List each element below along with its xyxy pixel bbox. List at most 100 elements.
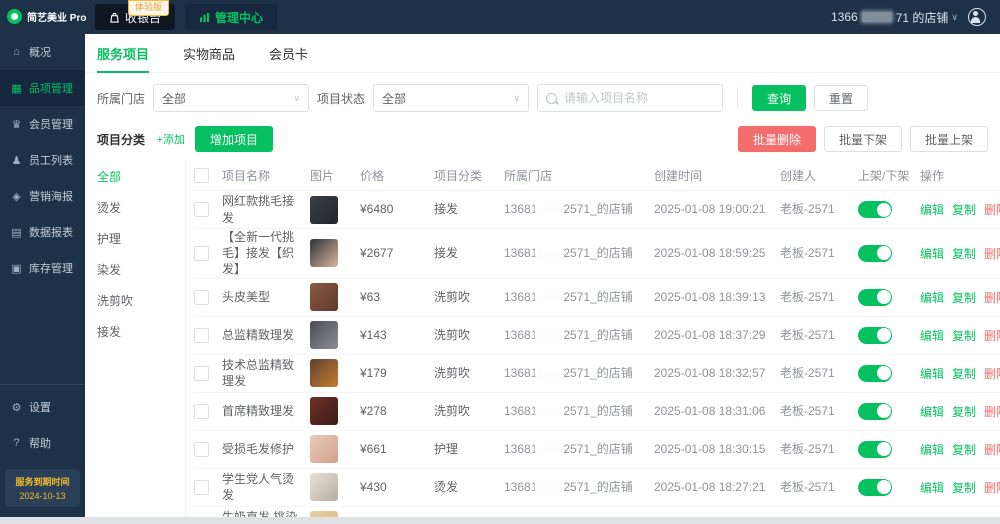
category-item[interactable]: 全部 bbox=[97, 168, 185, 185]
onoff-toggle[interactable] bbox=[858, 288, 892, 306]
row-checkbox[interactable] bbox=[194, 245, 209, 261]
sidebar-item[interactable]: ▤ 数据报表 bbox=[0, 214, 85, 250]
row-checkbox[interactable] bbox=[194, 327, 209, 343]
edit-link[interactable]: 编辑 bbox=[920, 441, 944, 458]
copy-link[interactable]: 复制 bbox=[952, 201, 976, 218]
account-dropdown[interactable]: 1366 71 的店铺 ∨ bbox=[831, 9, 958, 26]
main-tab[interactable]: 服务项目 bbox=[97, 44, 150, 73]
row-checkbox[interactable] bbox=[194, 479, 209, 495]
add-item-button[interactable]: 增加项目 bbox=[195, 126, 274, 152]
batch-delete-button[interactable]: 批量删除 bbox=[737, 126, 816, 152]
copy-link[interactable]: 复制 bbox=[952, 479, 976, 496]
search-input[interactable] bbox=[562, 90, 715, 106]
item-created-time: 2025-01-08 18:31:06 bbox=[654, 403, 766, 418]
copy-link[interactable]: 复制 bbox=[952, 289, 976, 306]
delete-link[interactable]: 删除 bbox=[984, 441, 1000, 458]
batch-off-shelf-button[interactable]: 批量下架 bbox=[823, 126, 902, 152]
item-created-time: 2025-01-08 18:59:25 bbox=[654, 246, 766, 261]
inventory-icon: ▣ bbox=[11, 262, 22, 275]
copy-link[interactable]: 复制 bbox=[952, 365, 976, 382]
status-filter-select[interactable]: 全部 ∨ bbox=[373, 84, 530, 112]
item-store: 13681 2571_的店铺 bbox=[504, 403, 633, 418]
toggle-cell bbox=[858, 402, 920, 420]
copy-link[interactable]: 复制 bbox=[952, 327, 976, 344]
service-expire-box: 服务到期时间 2024-10-13 bbox=[5, 469, 80, 507]
item-price: ¥661 bbox=[360, 441, 387, 456]
table-row: 受损毛发修护 ¥661 护理 13681 2571_的店铺 2025-01-08 … bbox=[194, 431, 1000, 469]
sidebar-footer-item[interactable]: ? 帮助 bbox=[0, 425, 85, 461]
reset-button[interactable]: 重置 bbox=[814, 85, 869, 111]
chevron-down-icon: ∨ bbox=[293, 92, 301, 103]
delete-link[interactable]: 删除 bbox=[984, 245, 1000, 262]
item-store: 13681 2571_的店铺 bbox=[504, 202, 633, 217]
copy-link[interactable]: 复制 bbox=[952, 441, 976, 458]
version-badge: 体验版 bbox=[128, 0, 170, 16]
delete-link[interactable]: 删除 bbox=[984, 327, 1000, 344]
category-item[interactable]: 接发 bbox=[97, 323, 185, 340]
onoff-toggle[interactable] bbox=[858, 244, 892, 262]
delete-link[interactable]: 删除 bbox=[984, 289, 1000, 306]
sidebar-item[interactable]: ◈ 营销海报 bbox=[0, 178, 85, 214]
row-checkbox[interactable] bbox=[194, 441, 209, 457]
add-category-button[interactable]: +添加 bbox=[157, 131, 185, 147]
edit-link[interactable]: 编辑 bbox=[920, 201, 944, 218]
edit-link[interactable]: 编辑 bbox=[920, 245, 944, 262]
row-checkbox[interactable] bbox=[194, 403, 209, 419]
item-category: 接发 bbox=[434, 246, 459, 261]
account-phone-prefix: 1366 bbox=[831, 10, 858, 24]
edit-link[interactable]: 编辑 bbox=[920, 479, 944, 496]
sidebar-item[interactable]: ▣ 库存管理 bbox=[0, 250, 85, 286]
category-item-label: 接发 bbox=[97, 325, 122, 339]
search-box bbox=[537, 84, 724, 112]
sidebar-item[interactable]: ⌂ 概况 bbox=[0, 34, 85, 70]
edit-link[interactable]: 编辑 bbox=[920, 365, 944, 382]
delete-link[interactable]: 删除 bbox=[984, 365, 1000, 382]
delete-link[interactable]: 删除 bbox=[984, 479, 1000, 496]
search-button[interactable]: 查询 bbox=[752, 85, 807, 111]
select-all-checkbox[interactable] bbox=[194, 167, 209, 183]
item-image bbox=[310, 473, 338, 502]
onoff-toggle[interactable] bbox=[858, 440, 892, 458]
onoff-toggle[interactable] bbox=[858, 402, 892, 420]
category-item[interactable]: 洗剪吹 bbox=[97, 292, 185, 309]
user-avatar-icon[interactable] bbox=[968, 8, 986, 26]
item-store: 13681 2571_的店铺 bbox=[504, 289, 633, 304]
category-item[interactable]: 护理 bbox=[97, 230, 185, 247]
sidebar-item[interactable]: ♟ 员工列表 bbox=[0, 142, 85, 178]
onoff-toggle[interactable] bbox=[858, 326, 892, 344]
edit-link[interactable]: 编辑 bbox=[920, 327, 944, 344]
sidebar-item-label: 会员管理 bbox=[29, 119, 73, 131]
chevron-down-icon: ∨ bbox=[513, 92, 521, 103]
item-image bbox=[310, 359, 338, 388]
row-checkbox[interactable] bbox=[194, 289, 209, 305]
main-tab[interactable]: 会员卡 bbox=[269, 44, 308, 72]
edit-link[interactable]: 编辑 bbox=[920, 289, 944, 306]
onoff-toggle[interactable] bbox=[858, 201, 892, 218]
edit-link[interactable]: 编辑 bbox=[920, 403, 944, 420]
copy-link[interactable]: 复制 bbox=[952, 245, 976, 262]
sidebar-footer-label: 帮助 bbox=[29, 438, 51, 450]
row-checkbox[interactable] bbox=[194, 365, 209, 381]
copy-link[interactable]: 复制 bbox=[952, 403, 976, 420]
sidebar-item[interactable]: ♛ 会员管理 bbox=[0, 106, 85, 142]
category-item[interactable]: 烫发 bbox=[97, 199, 185, 216]
store-filter-value: 全部 bbox=[162, 91, 187, 106]
delete-link[interactable]: 删除 bbox=[984, 403, 1000, 420]
row-checkbox[interactable] bbox=[194, 202, 209, 217]
category-list: 全部 烫发 护理 染发 洗剪吹 接发 bbox=[97, 160, 186, 517]
category-item-label: 染发 bbox=[97, 263, 122, 277]
batch-on-shelf-button[interactable]: 批量上架 bbox=[909, 126, 988, 152]
table-row: 首席精致理发 ¥278 洗剪吹 13681 2571_的店铺 2025-01-08… bbox=[194, 393, 1000, 431]
category-item[interactable]: 染发 bbox=[97, 261, 185, 278]
onoff-toggle[interactable] bbox=[858, 478, 892, 496]
store-filter-select[interactable]: 全部 ∨ bbox=[153, 84, 310, 112]
tab-manage-center[interactable]: 管理中心 bbox=[185, 4, 278, 30]
store-phone-blur bbox=[538, 249, 563, 260]
delete-link[interactable]: 删除 bbox=[984, 201, 1000, 218]
onoff-toggle[interactable] bbox=[858, 364, 892, 382]
main-tab[interactable]: 实物商品 bbox=[183, 44, 235, 72]
sidebar-footer-item[interactable]: ⚙ 设置 bbox=[0, 389, 85, 425]
item-creator: 老板-2571 bbox=[780, 403, 835, 418]
sidebar-item[interactable]: ▦ 品项管理 bbox=[0, 70, 85, 106]
col-category: 项目分类 bbox=[434, 168, 483, 183]
